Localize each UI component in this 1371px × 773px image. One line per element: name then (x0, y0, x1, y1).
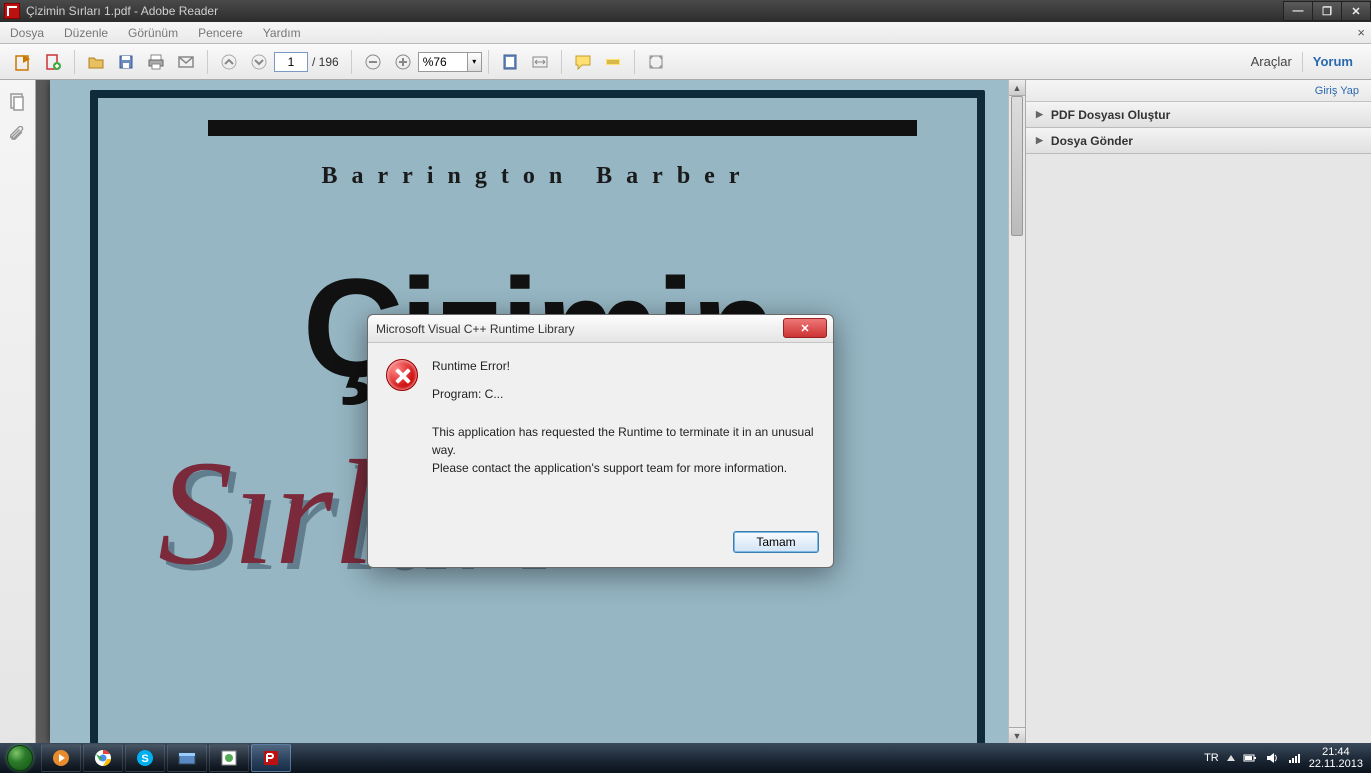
task-media-player[interactable] (41, 744, 81, 772)
language-indicator[interactable]: TR (1204, 752, 1219, 764)
accordion-send-file[interactable]: ▶ Dosya Gönder (1026, 128, 1371, 154)
page-total-label: / 196 (312, 55, 339, 69)
page-decoration (208, 120, 917, 136)
comment-button[interactable] (570, 49, 596, 75)
print-button[interactable] (143, 49, 169, 75)
menu-file[interactable]: Dosya (0, 26, 54, 40)
task-app-green[interactable] (209, 744, 249, 772)
scroll-up-icon[interactable]: ▲ (1009, 80, 1025, 96)
zoom-dropdown[interactable]: ▾ (468, 52, 482, 72)
battery-icon[interactable] (1243, 751, 1257, 765)
tools-panel-link[interactable]: Araçlar (1241, 54, 1302, 69)
right-panel: Giriş Yap ▶ PDF Dosyası Oluştur ▶ Dosya Gö… (1025, 80, 1371, 743)
task-adobe-reader[interactable] (251, 744, 291, 772)
system-tray: TR 21:44 22.11.2013 (1204, 746, 1371, 770)
window-title: Çizimin Sırları 1.pdf - Adobe Reader (24, 4, 1284, 18)
toolbar: / 196 %76 ▾ Araçlar Yorum (0, 44, 1371, 80)
task-chrome[interactable] (83, 744, 123, 772)
volume-icon[interactable] (1265, 751, 1279, 765)
sign-in-link[interactable]: Giriş Yap (1026, 80, 1371, 102)
menubar: Dosya Düzenle Görünüm Pencere Yardım × (0, 22, 1371, 44)
taskbar: S TR 21:44 22.11.2013 (0, 743, 1371, 773)
vertical-scrollbar[interactable]: ▲ ▼ (1008, 80, 1025, 743)
error-body-line2: Please contact the application's support… (432, 459, 815, 477)
task-explorer[interactable] (167, 744, 207, 772)
clock[interactable]: 21:44 22.11.2013 (1309, 746, 1363, 770)
page-down-button[interactable] (246, 49, 272, 75)
menu-window[interactable]: Pencere (188, 26, 253, 40)
window-titlebar: Çizimin Sırları 1.pdf - Adobe Reader — ❐… (0, 0, 1371, 22)
left-nav-rail (0, 80, 36, 743)
accordion-label: PDF Dosyası Oluştur (1051, 108, 1170, 122)
dialog-titlebar[interactable]: Microsoft Visual C++ Runtime Library ✕ (368, 315, 833, 343)
attachments-icon[interactable] (8, 126, 28, 146)
clock-date: 22.11.2013 (1309, 758, 1363, 770)
error-dialog: Microsoft Visual C++ Runtime Library ✕ R… (367, 314, 834, 568)
start-button[interactable] (0, 743, 40, 773)
thumbnails-icon[interactable] (8, 92, 28, 112)
dialog-ok-button[interactable]: Tamam (733, 531, 819, 553)
zoom-level-display[interactable]: %76 (418, 52, 468, 72)
minimize-button[interactable]: — (1283, 1, 1313, 21)
save-button[interactable] (113, 49, 139, 75)
chevron-right-icon: ▶ (1036, 135, 1043, 146)
page-up-button[interactable] (216, 49, 242, 75)
create-pdf-button[interactable] (40, 49, 66, 75)
clock-time: 21:44 (1309, 746, 1363, 758)
export-pdf-button[interactable] (10, 49, 36, 75)
menu-view[interactable]: Görünüm (118, 26, 188, 40)
menu-edit[interactable]: Düzenle (54, 26, 118, 40)
error-body-line1: This application has requested the Runti… (432, 423, 815, 459)
menubar-close-icon[interactable]: × (1357, 25, 1365, 40)
book-author: Barrington Barber (98, 163, 977, 190)
highlight-button[interactable] (600, 49, 626, 75)
task-skype[interactable]: S (125, 744, 165, 772)
error-program-line: Program: C... (432, 385, 815, 403)
close-button[interactable]: ✕ (1341, 1, 1371, 21)
scroll-down-icon[interactable]: ▼ (1009, 727, 1025, 743)
accordion-create-pdf[interactable]: ▶ PDF Dosyası Oluştur (1026, 102, 1371, 128)
network-icon[interactable] (1287, 751, 1301, 765)
read-mode-button[interactable] (643, 49, 669, 75)
windows-orb-icon (7, 745, 33, 771)
dialog-close-button[interactable]: ✕ (783, 318, 827, 338)
svg-text:S: S (141, 753, 148, 765)
fit-page-button[interactable] (497, 49, 523, 75)
chevron-right-icon: ▶ (1036, 109, 1043, 120)
accordion-label: Dosya Gönder (1051, 134, 1133, 148)
error-icon (386, 359, 418, 391)
open-button[interactable] (83, 49, 109, 75)
zoom-out-button[interactable] (360, 49, 386, 75)
app-icon (4, 3, 20, 19)
menu-help[interactable]: Yardım (253, 26, 311, 40)
comment-panel-link[interactable]: Yorum (1303, 54, 1363, 69)
email-button[interactable] (173, 49, 199, 75)
scroll-thumb[interactable] (1011, 96, 1023, 236)
tray-overflow-icon[interactable] (1227, 755, 1235, 761)
error-heading: Runtime Error! (432, 357, 815, 375)
maximize-button[interactable]: ❐ (1312, 1, 1342, 21)
dialog-title: Microsoft Visual C++ Runtime Library (376, 322, 575, 336)
zoom-in-button[interactable] (390, 49, 416, 75)
page-number-input[interactable] (274, 52, 308, 72)
fit-width-button[interactable] (527, 49, 553, 75)
